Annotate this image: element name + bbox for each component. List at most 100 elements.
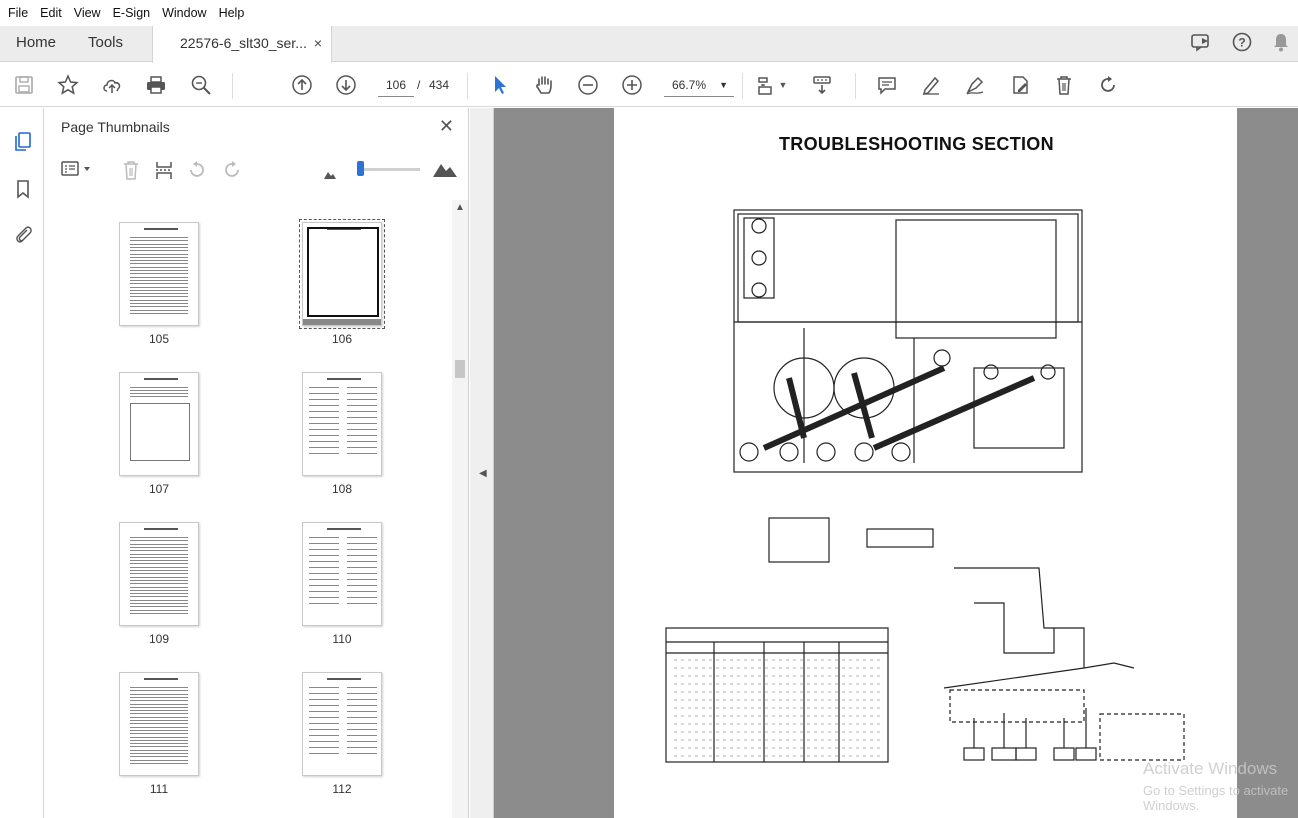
thumbnail-text-line [347, 579, 377, 580]
activation-watermark-title: Activate Windows [1143, 759, 1278, 778]
scrollbar-thumb[interactable] [455, 360, 465, 378]
collapse-panel-strip[interactable]: ◀ [470, 108, 494, 818]
upload-cloud-icon[interactable] [98, 71, 126, 99]
thumbnail-text-line [309, 561, 339, 562]
close-tab-icon[interactable]: × [314, 26, 322, 60]
page-number-input[interactable]: 106 [378, 73, 414, 97]
page-thumbnail[interactable] [119, 372, 199, 476]
thumbnail-page-number: 108 [331, 482, 353, 496]
attachments-paperclip-icon[interactable] [12, 223, 34, 245]
comment-icon[interactable] [873, 71, 901, 99]
thumbnail-text-line [130, 299, 188, 301]
thumbnail-text-line [130, 762, 188, 764]
thumbnail-text-line [130, 693, 188, 695]
menu-file[interactable]: File [2, 0, 34, 26]
page-thumbnail[interactable] [302, 372, 382, 476]
thumbnail-text-line [130, 720, 188, 721]
zoom-in-icon[interactable] [618, 71, 646, 99]
highlight-pen-icon[interactable] [917, 71, 945, 99]
menu-esign[interactable]: E-Sign [107, 0, 157, 26]
previous-page-icon[interactable] [288, 71, 316, 99]
scrolling-mode-icon[interactable] [808, 71, 836, 99]
bookmarks-icon[interactable] [12, 178, 34, 200]
page-thumbnail[interactable] [119, 522, 199, 626]
thumbnail-text-line [130, 396, 188, 397]
thumbnail-text-line [309, 555, 339, 556]
menu-window[interactable]: Window [156, 0, 212, 26]
close-panel-icon[interactable]: ✕ [439, 116, 454, 137]
thumbnail-text-line [130, 312, 188, 314]
delete-page-icon[interactable] [121, 159, 141, 186]
thumbnail-options-icon[interactable] [61, 159, 93, 184]
thumbnail-text-line [130, 309, 188, 311]
thumbnail-heading-line [327, 528, 361, 530]
thumbnail-text-line [347, 399, 377, 400]
thumbnail-text-line [309, 591, 339, 592]
thumbnail-text-line [130, 593, 188, 595]
thumbnail-text-line [130, 543, 188, 545]
thumbnail-text-line [130, 253, 188, 255]
thumbnail-text-line [309, 597, 339, 598]
thumbnail-text-line [130, 270, 188, 271]
print-icon[interactable] [142, 71, 170, 99]
thumbnail-list: 105 106 107 108 109 110 111 112 [45, 200, 453, 818]
tab-document[interactable]: 22576-6_slt30_ser... × [152, 26, 332, 63]
fit-page-dropdown-icon[interactable]: ▼ [776, 71, 790, 99]
thumbnail-text-line [130, 296, 188, 298]
thumbnail-text-line [309, 717, 339, 718]
thumbnail-text-line [130, 250, 188, 252]
bookmark-star-icon[interactable] [54, 71, 82, 99]
select-cursor-icon[interactable] [486, 71, 514, 99]
save-icon[interactable] [10, 71, 38, 99]
collapse-arrow-icon[interactable]: ◀ [479, 468, 487, 479]
page-thumbnail[interactable] [302, 672, 382, 776]
thumbnail-text-line [309, 747, 339, 748]
sign-pen-icon[interactable] [961, 71, 989, 99]
find-zoom-icon[interactable] [187, 71, 215, 99]
thumbnail-page-number: 111 [149, 782, 169, 796]
insert-page-icon[interactable] [153, 159, 175, 186]
thumbnail-text-line [130, 700, 188, 702]
page-thumbnails-icon[interactable] [12, 130, 34, 152]
thumbnail-text-line [347, 537, 377, 538]
large-thumbnails-icon[interactable] [432, 158, 458, 183]
rotate-counterclockwise-icon[interactable] [186, 159, 208, 186]
delete-trash-icon[interactable] [1050, 71, 1078, 99]
thumbnail-text-line [130, 283, 188, 285]
zoom-out-icon[interactable] [574, 71, 602, 99]
help-icon[interactable]: ? [1232, 32, 1252, 57]
total-pages: 434 [429, 78, 450, 92]
page-thumbnail[interactable] [302, 522, 382, 626]
thumbnail-scrollbar[interactable]: ▲ [452, 200, 468, 818]
thumbnail-text-line [130, 289, 188, 291]
next-page-icon[interactable] [332, 71, 360, 99]
page-thumbnail[interactable] [119, 222, 199, 326]
hand-tool-icon[interactable] [530, 71, 558, 99]
scroll-up-icon[interactable]: ▲ [455, 202, 465, 213]
share-screen-icon[interactable] [1190, 32, 1212, 57]
zoom-level-select[interactable]: 66.7% ▼ [664, 73, 734, 97]
tab-tools[interactable]: Tools [88, 26, 123, 62]
tab-home[interactable]: Home [16, 26, 56, 62]
menu-view[interactable]: View [68, 0, 107, 26]
edit-document-icon[interactable] [1006, 71, 1034, 99]
document-page: TROUBLESHOOTING SECTION [614, 108, 1237, 818]
thumbnail-size-slider-handle[interactable] [357, 161, 364, 176]
rotate-redo-icon[interactable] [1094, 71, 1122, 99]
menu-edit[interactable]: Edit [34, 0, 68, 26]
thumbnail-text-line [130, 586, 188, 588]
page-thumbnail[interactable] [119, 672, 199, 776]
rotate-clockwise-icon[interactable] [221, 159, 243, 186]
small-thumbnails-icon[interactable] [323, 164, 337, 185]
thumbnail-text-line [347, 387, 377, 388]
menu-help[interactable]: Help [213, 0, 251, 26]
thumbnail-text-line [347, 447, 377, 448]
thumbnail-text-line [130, 743, 188, 745]
thumbnail-text-line [130, 387, 188, 388]
thumbnail-size-slider-track[interactable] [358, 168, 420, 171]
thumbnail-text-line [130, 240, 188, 242]
thumbnail-text-line [347, 573, 377, 574]
page-thumbnail[interactable] [299, 219, 385, 329]
thumbnail-text-line [347, 717, 377, 718]
notifications-bell-icon[interactable] [1272, 32, 1290, 57]
